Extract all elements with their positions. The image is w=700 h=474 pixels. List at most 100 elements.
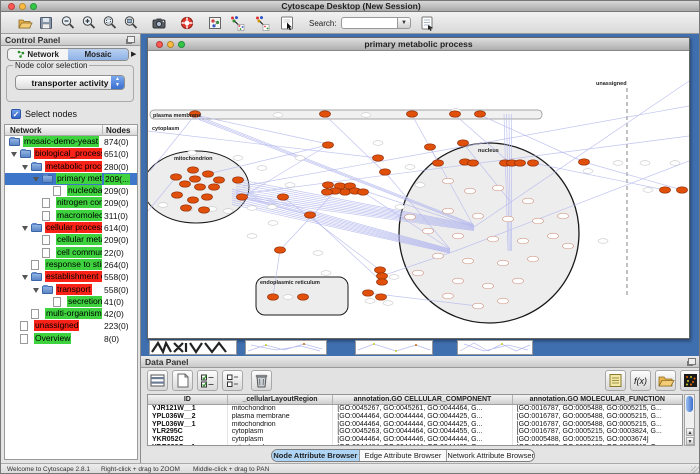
table-cell[interactable]: [GO:0016787, GO:0005488, GO:0005215, G..… (513, 421, 682, 429)
resize-grip[interactable] (691, 466, 700, 474)
network-node[interactable] (268, 294, 279, 300)
network-node-unselected[interactable] (488, 236, 499, 242)
network-node-unselected[interactable] (405, 214, 416, 220)
network-node-unselected[interactable] (413, 270, 424, 276)
network-node[interactable] (214, 177, 225, 183)
network-node[interactable] (195, 184, 206, 190)
create-attribute-icon[interactable] (172, 370, 193, 391)
scrollbar-thumb[interactable] (686, 396, 693, 412)
tab-network[interactable]: Network (8, 49, 68, 60)
network-node[interactable] (677, 187, 688, 193)
search-input[interactable] (341, 17, 398, 29)
attribute-notes-icon[interactable] (605, 370, 626, 391)
network-node-unselected[interactable] (548, 233, 559, 239)
network-node[interactable] (468, 160, 479, 166)
tab-overflow-arrow[interactable]: ▶ (131, 50, 136, 58)
network-node-unselected[interactable] (503, 216, 514, 222)
network-node[interactable] (340, 189, 351, 195)
network-node-unselected[interactable] (433, 253, 444, 259)
network-node[interactable] (180, 181, 191, 187)
tab-node-attribute-browser[interactable]: Node Attribute Browser (272, 450, 360, 461)
network-node-unselected[interactable] (453, 278, 464, 284)
network-node[interactable] (181, 205, 192, 211)
table-row[interactable]: YPL036W__1mitochondrion[GO:0044464, GO:0… (148, 421, 682, 429)
background-window-4[interactable] (457, 340, 533, 355)
tree-row[interactable]: nitrogen compo209(0) (5, 197, 137, 209)
import-attribute-file-icon[interactable] (655, 370, 676, 391)
network-node-unselected[interactable] (558, 213, 569, 219)
table-cell[interactable]: YPL036W__1 (148, 421, 228, 429)
network-node[interactable] (305, 212, 316, 218)
network-node-unselected[interactable] (465, 188, 476, 194)
network-node[interactable] (278, 194, 289, 200)
network-node-unselected[interactable] (528, 256, 539, 262)
scroll-down-icon[interactable]: ▼ (686, 437, 694, 445)
open-session-icon[interactable] (17, 15, 33, 31)
scroll-up-icon[interactable]: ▲ (686, 428, 694, 436)
network-view-window[interactable]: primary metabolic process plasma membran… (147, 37, 690, 339)
annotation-tool-icon[interactable] (279, 15, 295, 31)
table-cell[interactable]: [GO:0016787, GO:0005215, GO:0003824, G..… (513, 428, 682, 436)
network-node[interactable] (209, 184, 220, 190)
tree-row[interactable]: biological_process651(0) (5, 148, 137, 160)
tree-row-label[interactable]: transport (56, 284, 92, 295)
apply-layout-icon[interactable] (229, 15, 245, 31)
zoom-to-fit-icon[interactable] (123, 15, 139, 31)
network-view-titlebar[interactable]: primary metabolic process (148, 38, 689, 51)
network-node[interactable] (188, 197, 199, 203)
vizmapper-icon[interactable] (207, 15, 223, 31)
close-button[interactable] (8, 3, 15, 10)
network-node[interactable] (199, 207, 210, 213)
col-id[interactable]: ID (148, 395, 228, 404)
import-attributes-icon[interactable] (419, 15, 435, 31)
network-tree-header[interactable]: Network Nodes (5, 125, 137, 136)
tree-row-label[interactable]: cellular metabo (56, 234, 102, 245)
network-node[interactable] (450, 111, 461, 117)
expander-icon[interactable] (22, 165, 28, 170)
network-node-unselected[interactable] (443, 208, 454, 214)
network-node[interactable] (425, 144, 436, 150)
table-cell[interactable]: cytoplasm (228, 428, 334, 436)
network-node[interactable] (233, 177, 244, 183)
network-node-unselected[interactable] (498, 298, 509, 304)
tree-row-label[interactable]: response to stimulu (45, 259, 102, 270)
tree-row-label[interactable]: biological_process (34, 148, 102, 159)
table-cell[interactable]: mitochondrion (228, 405, 334, 413)
network-node-unselected[interactable] (498, 260, 509, 266)
tree-row[interactable]: Overview8(0) (5, 333, 137, 345)
network-node-unselected[interactable] (523, 198, 534, 204)
tree-row[interactable]: cellular process614(0) (5, 222, 137, 234)
table-cell[interactable]: YKR052C (148, 436, 228, 444)
network-node-unselected[interactable] (493, 185, 504, 191)
network-node-unselected[interactable] (513, 278, 524, 284)
table-cell[interactable]: mitochondrion (228, 421, 334, 429)
network-node[interactable] (380, 169, 391, 175)
network-node[interactable] (377, 273, 388, 279)
tree-row[interactable]: transport558(0) (5, 284, 137, 296)
network-node[interactable] (171, 174, 182, 180)
network-node[interactable] (275, 247, 286, 253)
tree-row[interactable]: cell communicat22(0) (5, 247, 137, 259)
table-row[interactable]: YDR039C__1mitochondrion[GO:0044464, GO:0… (148, 444, 682, 446)
tree-row-label[interactable]: mosaic-demo-yeast (23, 136, 99, 147)
col-region[interactable]: _cellularLayoutRegion (228, 395, 334, 404)
tree-row[interactable]: cellular metabo209(0) (5, 234, 137, 246)
expander-icon[interactable] (22, 226, 28, 231)
background-window-2[interactable] (245, 340, 327, 355)
tab-network-attribute-browser[interactable]: Network Attribute Browser (447, 450, 534, 461)
tree-row[interactable]: unassigned223(0) (5, 320, 137, 332)
tree-row-label[interactable]: macromolecule (56, 210, 102, 221)
view-close-button[interactable] (156, 41, 163, 48)
table-row[interactable]: YKR052Ccytoplasm[GO:0044464, GO:0044446,… (148, 436, 682, 444)
network-canvas-svg[interactable]: plasma membranecytoplasmmitochondrionnuc… (148, 51, 689, 339)
network-node[interactable] (660, 187, 671, 193)
zoom-in-icon[interactable] (81, 15, 97, 31)
table-cell[interactable]: YPL036W__2 (148, 413, 228, 421)
tree-row-label[interactable]: primary metabo (56, 173, 102, 184)
network-node[interactable] (515, 160, 526, 166)
network-node-unselected[interactable] (423, 228, 434, 234)
table-cell[interactable]: mitochondrion (228, 444, 334, 446)
table-cell[interactable]: [GO:0044464, GO:0044444, GO:0044425, G..… (333, 444, 512, 446)
tree-row[interactable]: macromolecule311(0) (5, 210, 137, 222)
col-cellular-component[interactable]: annotation.GO CELLULAR_COMPONENT (333, 395, 512, 404)
